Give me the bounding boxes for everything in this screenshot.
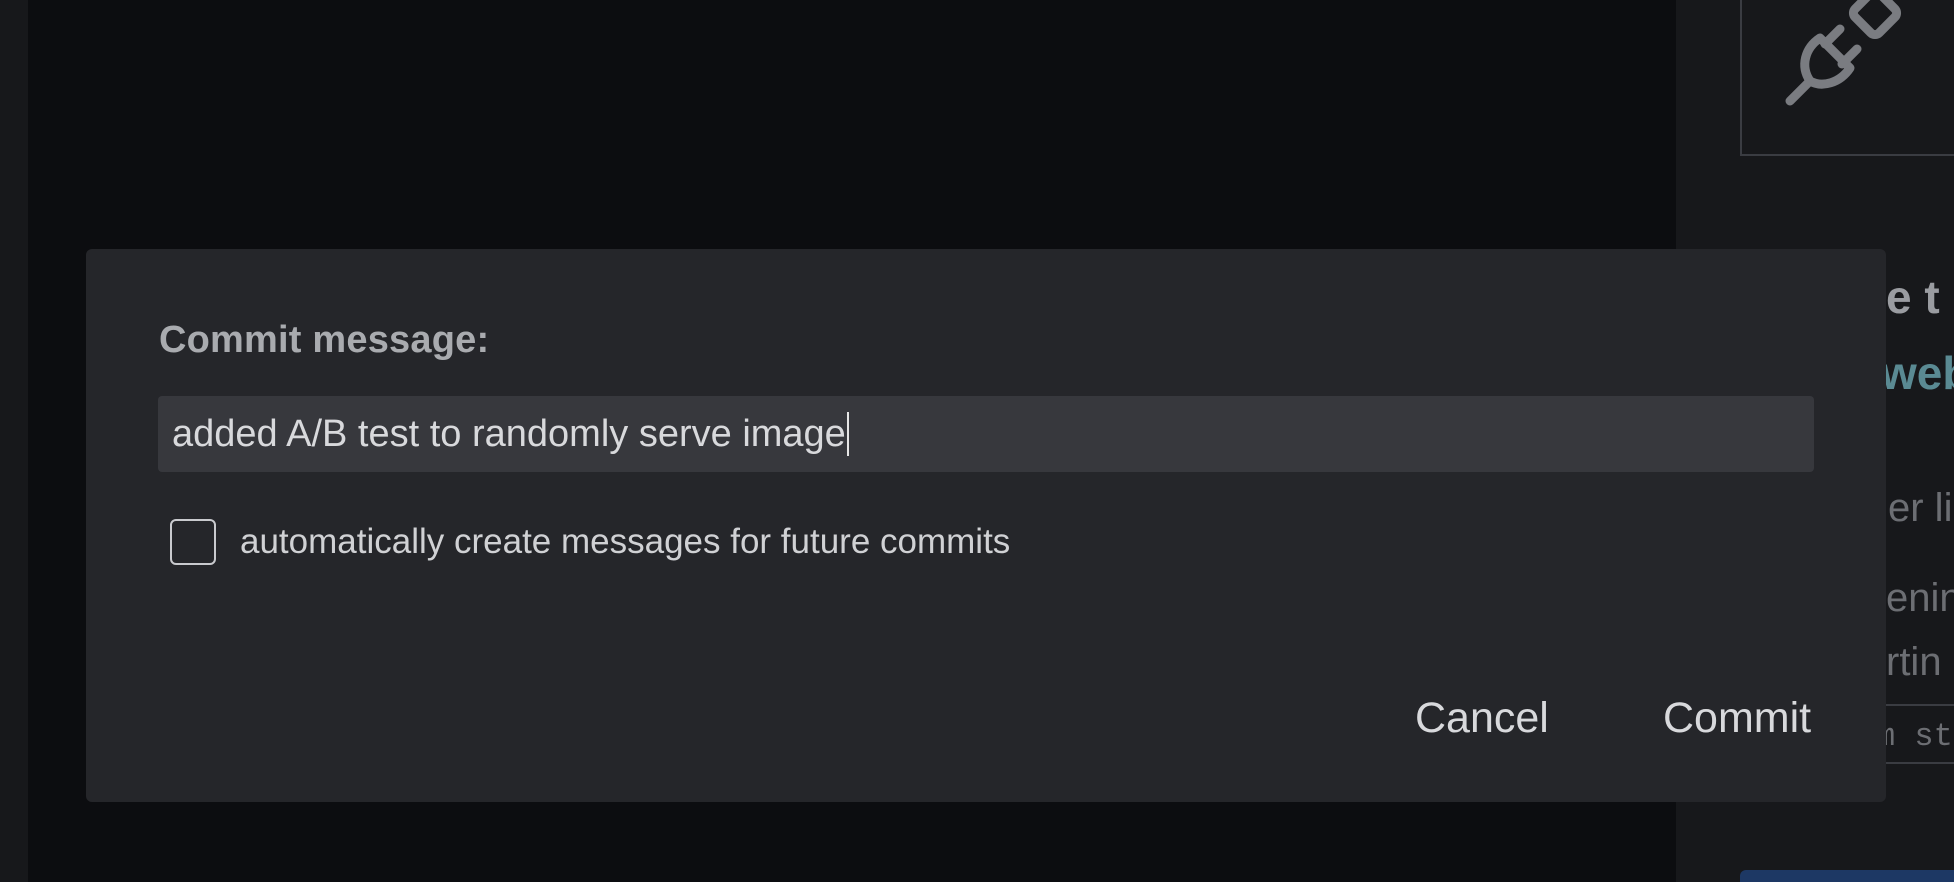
- panel-link-fragment[interactable]: web: [1881, 346, 1954, 400]
- commit-message-input[interactable]: [158, 396, 1814, 472]
- panel-primary-button[interactable]: [1740, 870, 1954, 882]
- panel-text-line: er li: [1888, 486, 1953, 530]
- auto-message-checkbox[interactable]: [170, 519, 216, 565]
- cancel-button[interactable]: Cancel: [1415, 694, 1549, 743]
- auto-message-label[interactable]: automatically create messages for future…: [240, 522, 1010, 562]
- app-window: e t web er li enin rtin m st Commit mess…: [0, 0, 1954, 882]
- commit-message-label: Commit message:: [159, 319, 490, 361]
- illustration-card: [1740, 0, 1954, 156]
- commit-dialog: Commit message: added A/B test to random…: [86, 249, 1886, 802]
- panel-text-line: rtin: [1886, 640, 1942, 684]
- panel-heading-fragment: e t: [1886, 271, 1940, 323]
- auto-message-option[interactable]: automatically create messages for future…: [170, 519, 1010, 565]
- commit-button[interactable]: Commit: [1663, 694, 1811, 743]
- panel-code-snippet: m st: [1876, 704, 1954, 764]
- panel-text-line: enin: [1886, 576, 1954, 620]
- left-sidebar-edge: [0, 0, 28, 882]
